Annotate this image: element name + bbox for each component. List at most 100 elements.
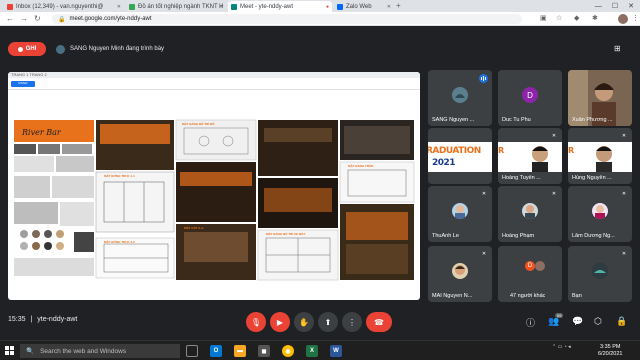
more-options-button[interactable]: ⋮ <box>342 312 362 332</box>
menu-dots-icon[interactable]: ⋮ <box>632 14 639 22</box>
hand-icon: ✋ <box>299 317 309 327</box>
board-label: MẶT BẰNG BỐ TRÍ XE MÁY <box>266 232 306 236</box>
camera-toggle-button[interactable]: ▶ <box>270 312 290 332</box>
lock-icon: 🔒 <box>58 16 66 23</box>
participant-tile[interactable]: ✕ ThuAnh Le <box>428 186 492 242</box>
present-button[interactable]: ⬆ <box>318 312 338 332</box>
star-icon[interactable]: ☆ <box>556 14 562 22</box>
others-count: 47 người khác <box>510 293 546 299</box>
participant-name: Hoàng Phạm <box>502 233 535 239</box>
mic-off-icon: ✕ <box>620 190 628 198</box>
participant-tile[interactable]: ✕ MAI Nguyen N... <box>428 246 492 302</box>
participant-tile[interactable]: RADUATION 2021 <box>428 128 492 184</box>
board-label: MẶT CẮT A-A <box>184 226 204 230</box>
avatar <box>452 87 468 104</box>
raise-hand-button[interactable]: ✋ <box>294 312 314 332</box>
file-explorer-icon[interactable]: ▬ <box>234 345 246 357</box>
participant-tile[interactable]: ✕ Hoàng Phạm <box>498 186 562 242</box>
drive-icon <box>129 3 135 10</box>
search-icon: 🔍 <box>26 348 35 355</box>
mic-toggle-button[interactable]: 🎙 <box>246 312 266 332</box>
excel-icon[interactable]: X <box>306 345 318 357</box>
close-icon[interactable]: ✕ <box>117 4 121 10</box>
avatar: D <box>522 87 538 104</box>
store-icon[interactable]: ◼ <box>258 345 270 357</box>
back-icon[interactable]: ← <box>6 14 14 23</box>
extension-icon[interactable]: ◆ <box>574 14 579 22</box>
tab-meet[interactable]: Meet - yte-nddy-awt ● <box>228 1 332 12</box>
forward-icon[interactable]: → <box>20 14 28 23</box>
minimize-icon[interactable]: — <box>595 3 602 10</box>
close-icon[interactable]: ✕ <box>219 4 223 10</box>
address-bar: ← → ↻ 🔒 meet.google.com/yte-nddy-awt ▣ ☆… <box>0 12 640 26</box>
taskbar-clock[interactable]: 3:35 PM 6/20/2021 <box>598 344 622 358</box>
chat-icon[interactable]: 💬 <box>572 316 583 327</box>
url-field[interactable]: 🔒 meet.google.com/yte-nddy-awt <box>52 14 522 24</box>
task-view-icon[interactable] <box>186 345 198 357</box>
board-label: MẶT BẰNG TRẦN <box>348 164 374 168</box>
maximize-icon[interactable]: ☐ <box>612 2 618 10</box>
wifi-icon[interactable]: ◔ <box>564 344 567 350</box>
recording-badge[interactable]: GHI <box>8 42 46 56</box>
board-label: MẶT ĐỨNG TRỤC 2-2 <box>104 240 135 244</box>
participant-tile[interactable]: SANG Nguyen ... <box>428 70 492 126</box>
mic-off-icon: 🎙 <box>250 317 262 327</box>
tab-gmail[interactable]: Inbox (12,349) - van.nguyenthi@ ✕ <box>4 1 124 12</box>
architecture-board: River Bar <box>14 119 415 281</box>
battery-icon[interactable]: ▭ <box>558 344 563 350</box>
puzzle-icon[interactable]: ✱ <box>592 14 598 22</box>
camera-off-icon: ▶ <box>276 317 284 327</box>
chevron-up-icon[interactable]: ⌃ <box>552 344 556 350</box>
chrome-icon[interactable]: ◉ <box>282 345 294 357</box>
participant-tile[interactable]: R ✕ Hùng Nguyễn ... <box>568 128 632 184</box>
separator: | <box>30 316 33 323</box>
leave-call-button[interactable]: ☎ <box>366 312 392 332</box>
windows-start-icon[interactable] <box>5 346 15 356</box>
reload-icon[interactable]: ↻ <box>34 14 41 23</box>
layout-icon[interactable]: ⊞ <box>614 44 621 53</box>
participant-tile[interactable]: ✕ Bạn <box>568 246 632 302</box>
avatar <box>452 203 468 220</box>
info-icon[interactable]: ⓘ <box>526 316 535 329</box>
participant-tile[interactable]: D 47 người khác <box>498 246 562 302</box>
new-tab-button[interactable]: + <box>396 1 401 10</box>
word-icon[interactable]: W <box>330 345 342 357</box>
participant-tile[interactable]: Xuân Phương ... <box>568 70 632 126</box>
participant-name: ThuAnh Le <box>432 233 459 239</box>
outlook-icon[interactable]: O <box>210 345 222 357</box>
meeting-info: 15:35 | yte-nddy-awt <box>8 316 77 323</box>
participant-count-badge: 59 <box>555 313 564 318</box>
participant-tile[interactable]: D Duc Tu Phu <box>498 70 562 126</box>
close-icon[interactable]: ✕ <box>387 4 391 10</box>
window-controls: — ☐ ✕ <box>595 0 640 12</box>
avatar <box>592 263 608 280</box>
camera-icon[interactable]: ▣ <box>540 14 547 22</box>
participant-tile[interactable]: R ✕ Hoàng Tuyến ... <box>498 128 562 184</box>
avatar <box>522 203 538 220</box>
speaking-indicator-icon <box>479 74 488 83</box>
url-text: meet.google.com/yte-nddy-awt <box>69 16 152 22</box>
participant-name: Bạn <box>572 293 582 299</box>
hangup-icon: ☎ <box>374 317 384 327</box>
avatar <box>592 203 608 220</box>
graduation-banner: R <box>498 142 562 172</box>
participant-tile[interactable]: ✕ Lâm Dương Ng... <box>568 186 632 242</box>
profile-avatar[interactable] <box>618 14 628 24</box>
lock-icon[interactable]: 🔒 <box>616 316 627 327</box>
search-placeholder: Search the web and Windows <box>40 347 127 355</box>
participant-name: Xuân Phương ... <box>572 117 613 123</box>
close-window-icon[interactable]: ✕ <box>628 2 634 10</box>
recording-dot-icon[interactable]: ● <box>326 4 329 10</box>
presenter-avatar <box>56 44 65 54</box>
tab-title: Inbox (12,349) - van.nguyenthi@ <box>16 3 104 10</box>
record-icon <box>17 46 23 52</box>
system-tray[interactable]: ⌃ ▭ ◔ ◂ <box>552 344 571 350</box>
avatar: D <box>525 261 535 271</box>
taskbar-search[interactable]: 🔍 Search the web and Windows <box>20 344 180 358</box>
activities-icon[interactable]: ⬡ <box>594 316 602 327</box>
tab-title: Đồ án tốt nghiệp ngành TKNT H <box>138 3 224 10</box>
volume-icon[interactable]: ◂ <box>568 344 571 350</box>
tab-zalo[interactable]: Zalo Web ✕ <box>334 1 394 12</box>
avatar <box>452 263 468 280</box>
tab-drive[interactable]: Đồ án tốt nghiệp ngành TKNT H ✕ <box>126 1 226 12</box>
